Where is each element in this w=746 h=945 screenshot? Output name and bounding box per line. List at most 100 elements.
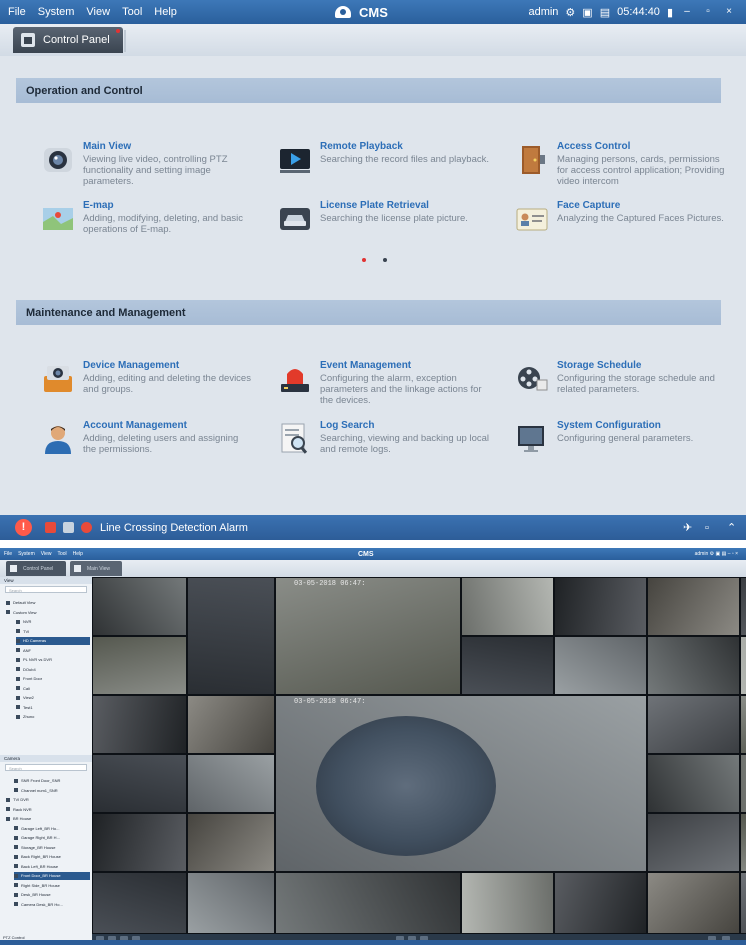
alarm-bell-icon[interactable]: !	[15, 519, 32, 536]
camera-tile[interactable]	[92, 695, 187, 754]
camera-tile[interactable]	[740, 813, 746, 872]
camera-tile[interactable]	[740, 872, 746, 934]
sidebar-item[interactable]: Front Door_BR House	[14, 872, 90, 880]
sidebar-item[interactable]: View2	[16, 694, 90, 702]
sidebar-item[interactable]: ANF	[16, 647, 90, 655]
camera-tile[interactable]	[187, 577, 275, 695]
camera-tile[interactable]	[554, 577, 647, 636]
camera-tile[interactable]: 03-05-2018 06:47:	[275, 577, 461, 695]
sidebar-item[interactable]: NVR	[16, 618, 90, 626]
settings-icon[interactable]: ⚙	[565, 6, 575, 19]
sidebar-item[interactable]: Back Right_BR House	[14, 853, 90, 861]
camera-tile[interactable]	[461, 636, 554, 695]
menu-view[interactable]: View	[41, 551, 52, 557]
calendar-icon[interactable]: ▤	[600, 6, 610, 19]
storage-schedule-title[interactable]: Storage Schedule	[557, 360, 641, 371]
camera-search-input[interactable]: Search	[5, 764, 87, 771]
system-configuration-item[interactable]: System Configuration Configuring general…	[515, 420, 740, 470]
pager-dot-active[interactable]	[362, 258, 366, 262]
lock-icon[interactable]: ▮	[667, 6, 673, 19]
sidebar-item[interactable]: TVI DVR	[6, 796, 90, 804]
minimize-button[interactable]: –	[680, 6, 694, 18]
tab-control-panel[interactable]: Control Panel	[13, 27, 123, 53]
menu-tool[interactable]: Tool	[122, 6, 142, 18]
device-management-item[interactable]: Device Management Adding, editing and de…	[41, 360, 266, 410]
camera-tile[interactable]	[92, 754, 187, 813]
camera-tile[interactable]	[187, 695, 275, 754]
sidebar-item[interactable]: PL NVR vs DVR	[16, 656, 90, 664]
e-map-title[interactable]: E-map	[83, 200, 114, 211]
camera-tile[interactable]	[647, 872, 740, 934]
menu-file[interactable]: File	[8, 6, 26, 18]
camera-tile[interactable]	[740, 577, 746, 636]
menu-file[interactable]: File	[4, 551, 12, 557]
camera-tile[interactable]	[187, 872, 275, 934]
restore-icon[interactable]: ▫	[705, 515, 709, 540]
sidebar-item[interactable]: Back Left_BR House	[14, 863, 90, 871]
camera-tile[interactable]	[461, 577, 554, 636]
menu-tool[interactable]: Tool	[57, 551, 66, 557]
system-configuration-title[interactable]: System Configuration	[557, 420, 661, 431]
camera-panel-header[interactable]: Camera	[0, 755, 92, 762]
remote-playback-title[interactable]: Remote Playback	[320, 141, 403, 152]
screen-icon[interactable]: ▣	[582, 6, 592, 19]
sidebar-item[interactable]: Storage_BR House	[14, 844, 90, 852]
sidebar-item[interactable]: Garage Right_BR H...	[14, 834, 90, 842]
face-capture-title[interactable]: Face Capture	[557, 200, 620, 211]
camera-tile[interactable]	[647, 636, 740, 695]
camera-tile[interactable]	[740, 636, 746, 695]
sidebar-item[interactable]: TVI	[16, 628, 90, 636]
main-view-title[interactable]: Main View	[83, 141, 131, 152]
sidebar-item[interactable]: Garage Left_BR Ho...	[14, 825, 90, 833]
access-control-item[interactable]: Access Control Managing persons, cards, …	[515, 141, 740, 191]
sidebar-item[interactable]: Cali	[16, 685, 90, 693]
camera-tile[interactable]	[461, 872, 554, 934]
sidebar-item[interactable]: BR House	[6, 815, 90, 823]
main-view-item[interactable]: Main View Viewing live video, controllin…	[41, 141, 266, 191]
camera-tile-large[interactable]: 03-05-2018 06:47:	[275, 695, 647, 872]
window-controls[interactable]: – ▫ ×	[728, 551, 738, 557]
event-management-item[interactable]: Event Management Configuring the alarm, …	[278, 360, 503, 410]
camera-tile[interactable]	[187, 754, 275, 813]
camera-tile[interactable]	[275, 872, 461, 934]
sidebar-item[interactable]: Desk_BR House	[14, 891, 90, 899]
license-plate-retrieval-title[interactable]: License Plate Retrieval	[320, 200, 429, 211]
sidebar-item[interactable]: Camera Desk_BR Ho...	[14, 901, 90, 909]
camera-tile[interactable]	[647, 577, 740, 636]
sidebar-item[interactable]: Custom View	[6, 609, 90, 617]
pager-dot[interactable]	[383, 258, 387, 262]
access-control-title[interactable]: Access Control	[557, 141, 630, 152]
camera-tile[interactable]	[647, 813, 740, 872]
sidebar-item[interactable]: SNR Front Door_SNR	[14, 777, 90, 785]
device-management-title[interactable]: Device Management	[83, 360, 179, 371]
menu-system[interactable]: System	[18, 551, 35, 557]
account-management-title[interactable]: Account Management	[83, 420, 187, 431]
expand-up-icon[interactable]: ⌃	[727, 515, 736, 540]
camera-tile[interactable]	[740, 695, 746, 754]
camera-tile[interactable]	[647, 754, 740, 813]
maximize-button[interactable]: ▫	[701, 6, 715, 18]
camera-tile[interactable]	[647, 695, 740, 754]
pin-icon[interactable]: ✈	[683, 515, 692, 540]
tab-main-view[interactable]: Main View	[70, 561, 122, 576]
tab-control-panel[interactable]: Control Panel	[6, 561, 66, 576]
camera-tile[interactable]	[92, 813, 187, 872]
license-plate-retrieval-item[interactable]: License Plate Retrieval Searching the li…	[278, 200, 503, 250]
sidebar-item[interactable]: Right Side_BR House	[14, 882, 90, 890]
sidebar-item[interactable]: Channel num1_SNR	[14, 787, 90, 795]
tab-close-dot-icon[interactable]	[116, 29, 120, 33]
menu-help[interactable]: Help	[154, 6, 177, 18]
log-search-title[interactable]: Log Search	[320, 420, 374, 431]
camera-tile[interactable]	[187, 813, 275, 872]
face-capture-item[interactable]: Face Capture Analyzing the Captured Face…	[515, 200, 740, 250]
event-management-title[interactable]: Event Management	[320, 360, 411, 371]
e-map-item[interactable]: E-map Adding, modifying, deleting, and b…	[41, 200, 266, 250]
camera-tile[interactable]	[554, 636, 647, 695]
camera-tile[interactable]	[740, 754, 746, 813]
view-search-input[interactable]: Search	[5, 586, 87, 593]
camera-tile[interactable]	[92, 577, 187, 636]
camera-tile[interactable]	[554, 872, 647, 934]
sidebar-item[interactable]: Default View	[6, 599, 90, 607]
sidebar-item[interactable]: DOub4	[16, 666, 90, 674]
sidebar-item[interactable]: Zhuno	[16, 713, 90, 721]
